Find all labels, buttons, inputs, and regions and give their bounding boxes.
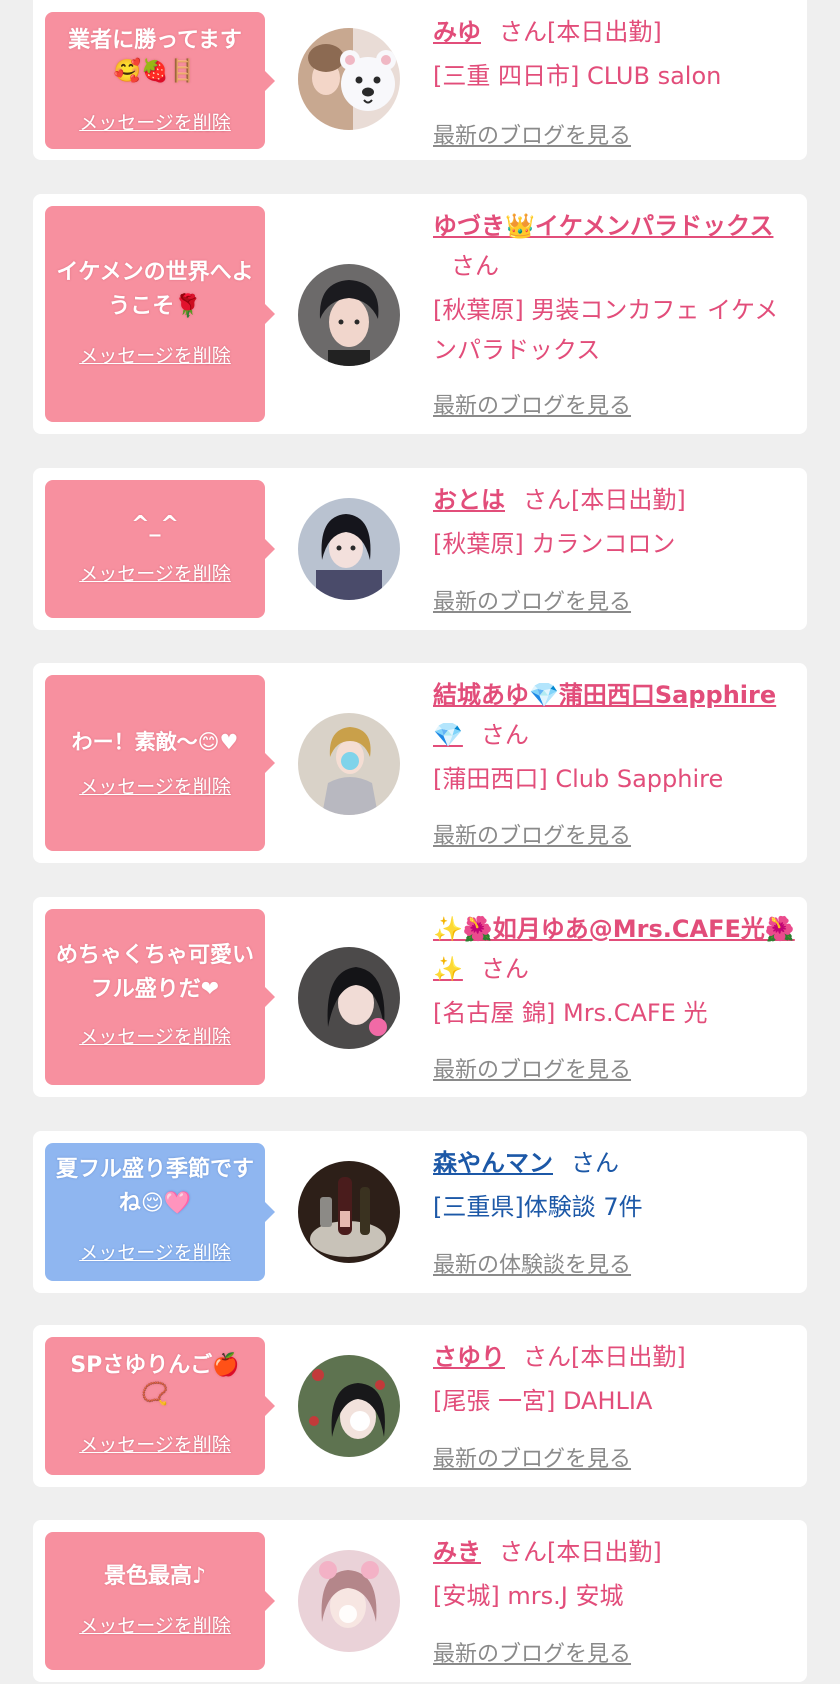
message-card: SPさゆりんご🍎 📿 メッセージを削除 さゆり さん[本日出勤] [尾張 一宮] … — [33, 1325, 807, 1487]
message-bubble: イケメンの世界へようこそ🌹 メッセージを削除 — [45, 206, 275, 422]
honorific: さん — [523, 1343, 571, 1371]
shop-text: [安城] mrs.J 安城 — [433, 1582, 624, 1610]
delete-message-link[interactable]: メッセージを削除 — [45, 108, 265, 135]
avatar[interactable] — [298, 1550, 400, 1652]
latest-blog-link[interactable]: 最新のブログを見る — [433, 1636, 631, 1668]
user-name-link[interactable]: おとは — [433, 486, 505, 514]
delete-message-link[interactable]: メッセージを削除 — [45, 1022, 265, 1049]
message-card: イケメンの世界へようこそ🌹 メッセージを削除 ゆづき👑イケメンパラドックスさん … — [33, 194, 807, 434]
delete-message-link[interactable]: メッセージを削除 — [45, 1238, 265, 1265]
message-bubble: 夏フル盛り季節ですね😌🩷 メッセージを削除 — [45, 1143, 275, 1281]
status-text: [本日出勤] — [547, 1538, 662, 1566]
latest-review-link[interactable]: 最新の体験談を見る — [433, 1247, 631, 1279]
honorific: さん — [499, 1538, 547, 1566]
shop-text: [名古屋 錦] Mrs.CAFE 光 — [433, 999, 708, 1027]
avatar[interactable] — [298, 713, 400, 815]
status-text: [本日出勤] — [571, 1343, 686, 1371]
delete-message-link[interactable]: メッセージを削除 — [45, 341, 265, 368]
message-text: SPさゆりんご🍎 — [70, 1353, 240, 1378]
avatar[interactable] — [298, 1355, 400, 1457]
avatar[interactable] — [298, 28, 400, 130]
message-bubble: 景色最高♪ メッセージを削除 — [45, 1532, 275, 1670]
message-card: めちゃくちゃ可愛いフル盛りだ❤ メッセージを削除 ✨🌺如月ゆあ@Mrs.CAFE… — [33, 897, 807, 1097]
message-text: 夏フル盛り季節ですね😌🩷 — [55, 1157, 254, 1216]
user-info: 結城あゆ💎蒲田西口Sapphire💎 さん [蒲田西口] Club Sapphir… — [433, 675, 797, 799]
user-name-link[interactable]: みゆ — [433, 18, 481, 46]
avatar[interactable] — [298, 498, 400, 600]
message-text: ^_^ — [131, 512, 179, 537]
message-bubble: SPさゆりんご🍎 📿 メッセージを削除 — [45, 1337, 275, 1475]
honorific: さん — [480, 721, 529, 749]
message-card: 景色最高♪ メッセージを削除 みき さん[本日出勤] [安城] mrs.J 安城 … — [33, 1520, 807, 1682]
delete-message-link[interactable]: メッセージを削除 — [45, 1611, 265, 1638]
message-text: 業者に勝ってます — [68, 28, 242, 53]
shop-text: [蒲田西口] Club Sapphire — [433, 765, 724, 793]
message-emoji: 🥰🍓🪜 — [113, 59, 197, 84]
user-name-link[interactable]: みき — [433, 1538, 481, 1566]
honorific: さん — [451, 252, 499, 280]
honorific: さん — [571, 1149, 619, 1177]
avatar[interactable] — [298, 1161, 400, 1263]
message-text: イケメンの世界へようこそ🌹 — [56, 260, 254, 319]
message-card: 夏フル盛り季節ですね😌🩷 メッセージを削除 森やんマン さん [三重県]体験談 7… — [33, 1131, 807, 1293]
user-info: おとは さん[本日出勤] [秋葉原] カランコロン — [433, 480, 797, 564]
user-info: みゆ さん[本日出勤] [三重 四日市] CLUB salon — [433, 12, 797, 96]
avatar[interactable] — [298, 947, 400, 1049]
user-info: 森やんマン さん [三重県]体験談 7件 — [433, 1143, 797, 1227]
message-bubble: わー！素敵〜😊♥ メッセージを削除 — [45, 675, 275, 851]
latest-blog-link[interactable]: 最新のブログを見る — [433, 818, 631, 850]
shop-text: [三重 四日市] CLUB salon — [433, 62, 722, 90]
message-bubble: ^_^ メッセージを削除 — [45, 480, 275, 618]
review-count-text: [三重県]体験談 7件 — [433, 1193, 643, 1221]
delete-message-link[interactable]: メッセージを削除 — [45, 1430, 265, 1457]
message-text: めちゃくちゃ可愛いフル盛りだ❤ — [55, 943, 254, 1002]
user-name-link[interactable]: 森やんマン — [433, 1149, 553, 1177]
message-card: わー！素敵〜😊♥ メッセージを削除 結城あゆ💎蒲田西口Sapphire💎 さん [… — [33, 663, 807, 863]
message-bubble: 業者に勝ってます 🥰🍓🪜 メッセージを削除 — [45, 12, 275, 149]
latest-blog-link[interactable]: 最新のブログを見る — [433, 1441, 631, 1473]
honorific: さん — [523, 486, 571, 514]
user-info: みき さん[本日出勤] [安城] mrs.J 安城 — [433, 1532, 797, 1616]
latest-blog-link[interactable]: 最新のブログを見る — [433, 388, 631, 420]
status-text: [本日出勤] — [571, 486, 686, 514]
user-name-link[interactable]: さゆり — [433, 1343, 505, 1371]
delete-message-link[interactable]: メッセージを削除 — [45, 559, 265, 586]
avatar[interactable] — [298, 264, 400, 366]
user-name-link[interactable]: ゆづき👑イケメンパラドックス — [433, 212, 773, 240]
status-text: [本日出勤] — [547, 18, 662, 46]
message-text: わー！素敵〜😊♥ — [71, 730, 239, 754]
message-emoji: 📿 — [141, 1382, 169, 1407]
user-info: ゆづき👑イケメンパラドックスさん [秋葉原] 男装コンカフェ イケメンパラドック… — [433, 206, 797, 370]
shop-text: [尾張 一宮] DAHLIA — [433, 1387, 653, 1415]
shop-text: [秋葉原] 男装コンカフェ イケメンパラドックス — [433, 296, 779, 364]
shop-text: [秋葉原] カランコロン — [433, 530, 676, 558]
latest-blog-link[interactable]: 最新のブログを見る — [433, 584, 631, 616]
message-text: 景色最高♪ — [103, 1564, 207, 1589]
honorific: さん — [480, 955, 529, 983]
honorific: さん — [499, 18, 547, 46]
latest-blog-link[interactable]: 最新のブログを見る — [433, 118, 631, 150]
user-info: ✨🌺如月ゆあ@Mrs.CAFE光🌺✨ さん [名古屋 錦] Mrs.CAFE 光 — [433, 909, 797, 1033]
message-bubble: めちゃくちゃ可愛いフル盛りだ❤ メッセージを削除 — [45, 909, 275, 1085]
user-info: さゆり さん[本日出勤] [尾張 一宮] DAHLIA — [433, 1337, 797, 1421]
message-card: 業者に勝ってます 🥰🍓🪜 メッセージを削除 みゆ さん[本日出勤] [三重 四日市… — [33, 0, 807, 160]
message-card: ^_^ メッセージを削除 おとは さん[本日出勤] [秋葉原] カランコロン 最新… — [33, 468, 807, 630]
delete-message-link[interactable]: メッセージを削除 — [45, 772, 265, 799]
latest-blog-link[interactable]: 最新のブログを見る — [433, 1052, 631, 1084]
